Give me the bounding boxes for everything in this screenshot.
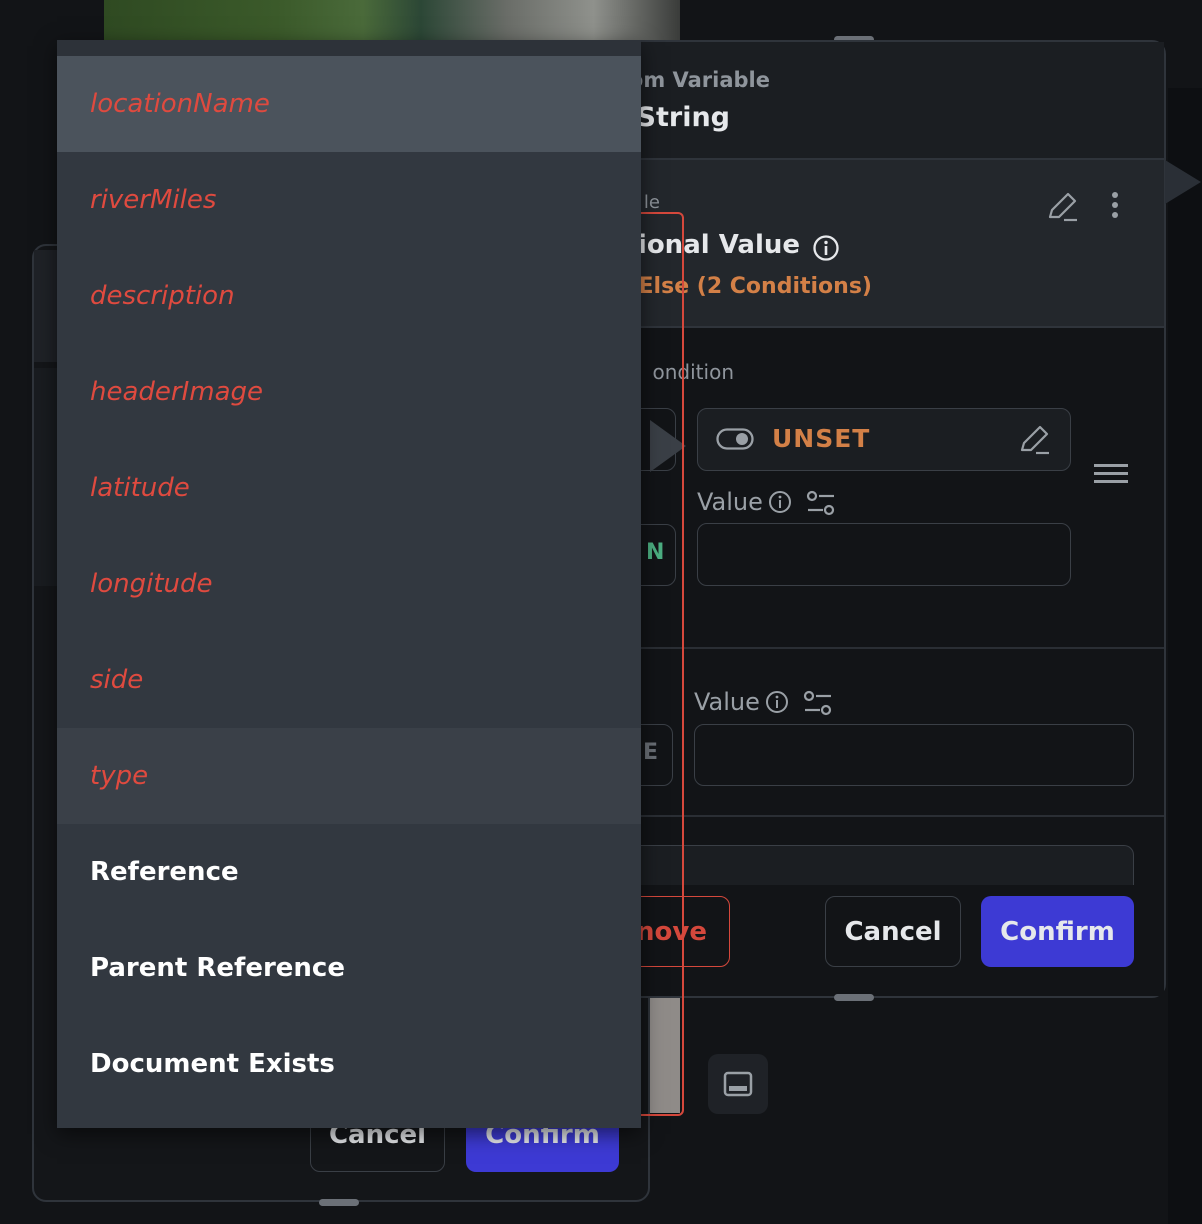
drag-handle-icon[interactable]	[1094, 462, 1128, 490]
info-icon[interactable]	[812, 234, 840, 266]
back-dialog-row	[34, 368, 58, 586]
resize-handle-bottom[interactable]	[834, 994, 874, 1001]
dropdown-option-side[interactable]: side	[57, 632, 641, 728]
value-input[interactable]	[694, 724, 1134, 786]
right-edge-panel	[1168, 88, 1202, 1224]
dropdown-option-parent-reference[interactable]: Parent Reference	[57, 920, 641, 1016]
dropdown-option-type[interactable]: type	[57, 728, 641, 824]
cancel-button[interactable]: Cancel	[825, 896, 961, 967]
background-photo	[104, 0, 680, 40]
more-vertical-icon[interactable]	[1108, 190, 1122, 226]
value-label: Value	[697, 488, 763, 516]
monitor-icon	[723, 1071, 753, 1097]
unset-value: UNSET	[772, 424, 871, 453]
dropdown-option-document-exists[interactable]: Document Exists	[57, 1016, 641, 1112]
dropdown-option-description[interactable]: description	[57, 248, 641, 344]
edit-icon[interactable]	[1044, 189, 1080, 229]
dropdown-top-bar	[57, 40, 641, 56]
info-icon[interactable]	[765, 690, 789, 718]
back-dialog-row	[34, 250, 58, 362]
confirm-button[interactable]: Confirm	[981, 896, 1134, 967]
monitor-button[interactable]	[708, 1054, 768, 1114]
dropdown-option-headerImage[interactable]: headerImage	[57, 344, 641, 440]
dialog-header	[560, 42, 1164, 160]
info-icon[interactable]	[768, 490, 792, 518]
value-label: Value	[694, 688, 760, 716]
dropdown-option-riverMiles[interactable]: riverMiles	[57, 152, 641, 248]
pencil-icon[interactable]	[1016, 422, 1052, 462]
dropdown-option-latitude[interactable]: latitude	[57, 440, 641, 536]
dropdown-option-longitude[interactable]: longitude	[57, 536, 641, 632]
dropdown-option-reference[interactable]: Reference	[57, 824, 641, 920]
sliders-icon[interactable]	[803, 688, 833, 722]
dropdown-option-locationName[interactable]: locationName	[57, 56, 641, 152]
resize-handle-bottom[interactable]	[319, 1199, 359, 1206]
selection-outline	[640, 212, 684, 1116]
toggle-icon	[716, 428, 754, 454]
sliders-icon[interactable]	[806, 488, 836, 522]
panel-arrow	[1165, 160, 1201, 204]
value-input[interactable]	[697, 523, 1071, 586]
